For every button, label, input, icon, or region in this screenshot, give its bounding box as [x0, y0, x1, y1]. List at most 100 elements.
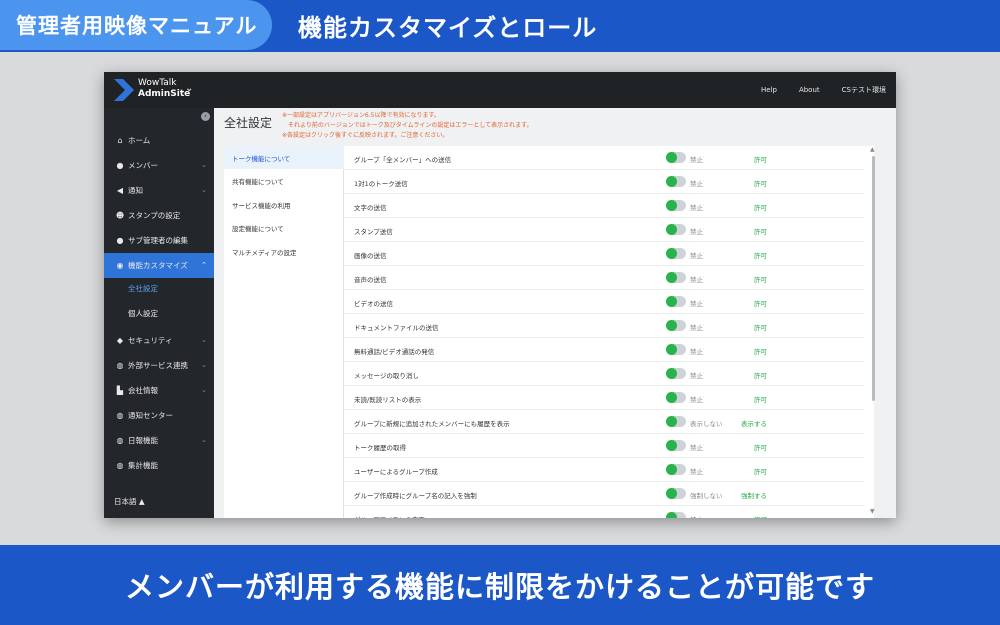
- sidebar-item[interactable]: ◍ 通知センター: [104, 403, 214, 428]
- sidebar-item-label: 機能カスタマイズ: [128, 261, 188, 270]
- sidebar-item-label: 日報機能: [128, 436, 158, 445]
- setting-toggle[interactable]: [666, 416, 686, 427]
- chevron-down-icon: ⌄: [201, 336, 207, 344]
- setting-label: グループアイコンの変更: [354, 514, 425, 518]
- top-banner: 管理者用映像マニュアル 機能カスタマイズとロール: [0, 0, 1000, 52]
- setting-toggle[interactable]: [666, 176, 686, 187]
- sidebar: ‹ ⌂ ホーム ● メンバー ⌄ ◀ 通知 ⌄ ☻ スタンプの設定 ● サブ管理者の編集 ◉ 機能カスタマ…: [104, 108, 214, 518]
- setting-row: ユーザーによるグループ作成 許可 禁止: [344, 458, 864, 482]
- sidebar-item[interactable]: ◍ 日報機能 ⌄: [104, 428, 214, 453]
- settings-category-item[interactable]: 設定機能について: [224, 217, 344, 240]
- sidebar-item[interactable]: ◀ 通知 ⌄: [104, 178, 214, 203]
- settings-category-item[interactable]: マルチメディアの設定: [224, 240, 344, 263]
- sidebar-item[interactable]: ▙ 会社情報 ⌄: [104, 378, 214, 403]
- allow-label: 許可: [754, 276, 767, 284]
- setting-toggle[interactable]: [666, 344, 686, 355]
- setting-toggle[interactable]: [666, 296, 686, 307]
- allow-label: 許可: [754, 372, 767, 380]
- link-icon: ◍: [116, 361, 124, 370]
- environment-menu[interactable]: CSテスト環境: [842, 85, 886, 95]
- setting-toggle[interactable]: [666, 488, 686, 499]
- sidebar-item[interactable]: ☻ スタンプの設定: [104, 203, 214, 228]
- setting-toggle[interactable]: [666, 248, 686, 259]
- deny-label: 禁止: [690, 300, 703, 308]
- megaphone-icon: ◀: [116, 186, 124, 195]
- chevron-down-icon[interactable]: ⌄: [185, 83, 193, 94]
- setting-label: 1対1のトーク送信: [354, 180, 408, 188]
- sidebar-subitem[interactable]: 個人設定: [128, 308, 158, 319]
- sidebar-item[interactable]: ⌂ ホーム: [104, 128, 214, 153]
- deny-label: 禁止: [690, 204, 703, 212]
- settings-category-nav: トーク機能について 共有機能について サービス機能の利用 設定機能について マルチメディ…: [224, 146, 344, 518]
- page-title: 全社設定: [224, 116, 273, 130]
- allow-label: 許可: [754, 252, 767, 260]
- setting-row: グループに新規に追加されたメンバーにも履歴を表示 表示する 表示しない: [344, 410, 864, 434]
- sidebar-item[interactable]: ● サブ管理者の編集: [104, 228, 214, 253]
- setting-toggle[interactable]: [666, 152, 686, 163]
- setting-toggle[interactable]: [666, 440, 686, 451]
- sidebar-item[interactable]: ◍ 集計機能: [104, 453, 214, 478]
- settings-category-item[interactable]: 共有機能について: [224, 170, 344, 193]
- setting-toggle[interactable]: [666, 320, 686, 331]
- setting-row: スタンプ送信 許可 禁止: [344, 218, 864, 242]
- allow-label: 許可: [754, 300, 767, 308]
- deny-label: 禁止: [690, 514, 703, 518]
- setting-label: 無料通話/ビデオ通話の発信: [354, 348, 435, 356]
- chevron-down-icon: ⌄: [201, 161, 207, 169]
- smile-icon: ☻: [115, 211, 125, 220]
- home-icon: ⌂: [117, 136, 123, 145]
- app-logo-text[interactable]: WowTalk AdminSite: [138, 78, 190, 100]
- bottom-caption: メンバーが利用する機能に制限をかけることが可能です: [0, 545, 1000, 625]
- setting-toggle[interactable]: [666, 512, 686, 518]
- clipboard-icon: ◍: [116, 436, 124, 445]
- setting-label: グループ「全メンバー」への送信: [354, 156, 452, 164]
- language-selector[interactable]: 日本語 ▲: [114, 496, 145, 507]
- setting-toggle[interactable]: [666, 272, 686, 283]
- logo-line2: AdminSite: [138, 89, 191, 99]
- setting-toggle[interactable]: [666, 368, 686, 379]
- sidebar-subitem[interactable]: 全社設定: [128, 283, 158, 294]
- setting-toggle[interactable]: [666, 200, 686, 211]
- setting-toggle[interactable]: [666, 392, 686, 403]
- setting-row: 音声の送信 許可 禁止: [344, 266, 864, 290]
- sidebar-item[interactable]: ● メンバー ⌄: [104, 153, 214, 178]
- sidebar-item-label: ホーム: [128, 136, 151, 145]
- setting-row: ドキュメントファイルの送信 許可 禁止: [344, 314, 864, 338]
- setting-label: 音声の送信: [354, 276, 387, 284]
- allow-label: 許可: [754, 396, 767, 404]
- allow-label: 許可: [754, 444, 767, 452]
- setting-toggle[interactable]: [666, 464, 686, 475]
- sidebar-item-label: 会社情報: [128, 386, 158, 395]
- settings-category-item[interactable]: サービス機能の利用: [224, 193, 344, 216]
- scrollbar[interactable]: ▲ ▼: [870, 146, 876, 518]
- sidebar-item-label: 通知: [128, 186, 143, 195]
- notice-text: ※一部設定はアプリバージョン6.5以降で有効になります。 それより前のバージョン…: [282, 111, 533, 141]
- deny-label: 禁止: [690, 180, 703, 188]
- chevron-up-icon: ⌃: [201, 261, 207, 269]
- scroll-up-icon[interactable]: ▲: [870, 146, 875, 153]
- sidebar-item[interactable]: ◉ 機能カスタマイズ ⌃: [104, 253, 214, 278]
- scrollbar-thumb[interactable]: [872, 156, 875, 401]
- collapse-sidebar-icon[interactable]: ‹: [201, 112, 210, 121]
- main-content: 全社設定 ※一部設定はアプリバージョン6.5以降で有効になります。 それより前の…: [214, 108, 896, 518]
- deny-label: 禁止: [690, 468, 703, 476]
- sidebar-item[interactable]: ◆ セキュリティ ⌄: [104, 328, 214, 353]
- setting-toggle[interactable]: [666, 224, 686, 235]
- notice-line: ※各設定はクリック後すぐに反映されます。ご注意ください。: [282, 132, 449, 139]
- allow-label: 許可: [754, 180, 767, 188]
- about-link[interactable]: About: [799, 86, 820, 94]
- setting-label: 画像の送信: [354, 252, 387, 260]
- allow-label: 許可: [754, 324, 767, 332]
- settings-category-item[interactable]: トーク機能について: [224, 146, 344, 169]
- allow-label: 許可: [754, 514, 767, 518]
- chevron-down-icon: ⌄: [201, 386, 207, 394]
- admin-site-window: WowTalk AdminSite ⌄ Help About CSテスト環境 ‹…: [104, 72, 896, 518]
- setting-row: 無料通話/ビデオ通話の発信 許可 禁止: [344, 338, 864, 362]
- sidebar-item[interactable]: ◍ 外部サービス連携 ⌄: [104, 353, 214, 378]
- deny-label: 禁止: [690, 444, 703, 452]
- help-link[interactable]: Help: [761, 86, 777, 94]
- sidebar-item-label: スタンプの設定: [128, 211, 181, 220]
- scroll-down-icon[interactable]: ▼: [870, 508, 875, 515]
- wowtalk-logo-icon: [114, 79, 134, 101]
- setting-row: トーク履歴の取得 許可 禁止: [344, 434, 864, 458]
